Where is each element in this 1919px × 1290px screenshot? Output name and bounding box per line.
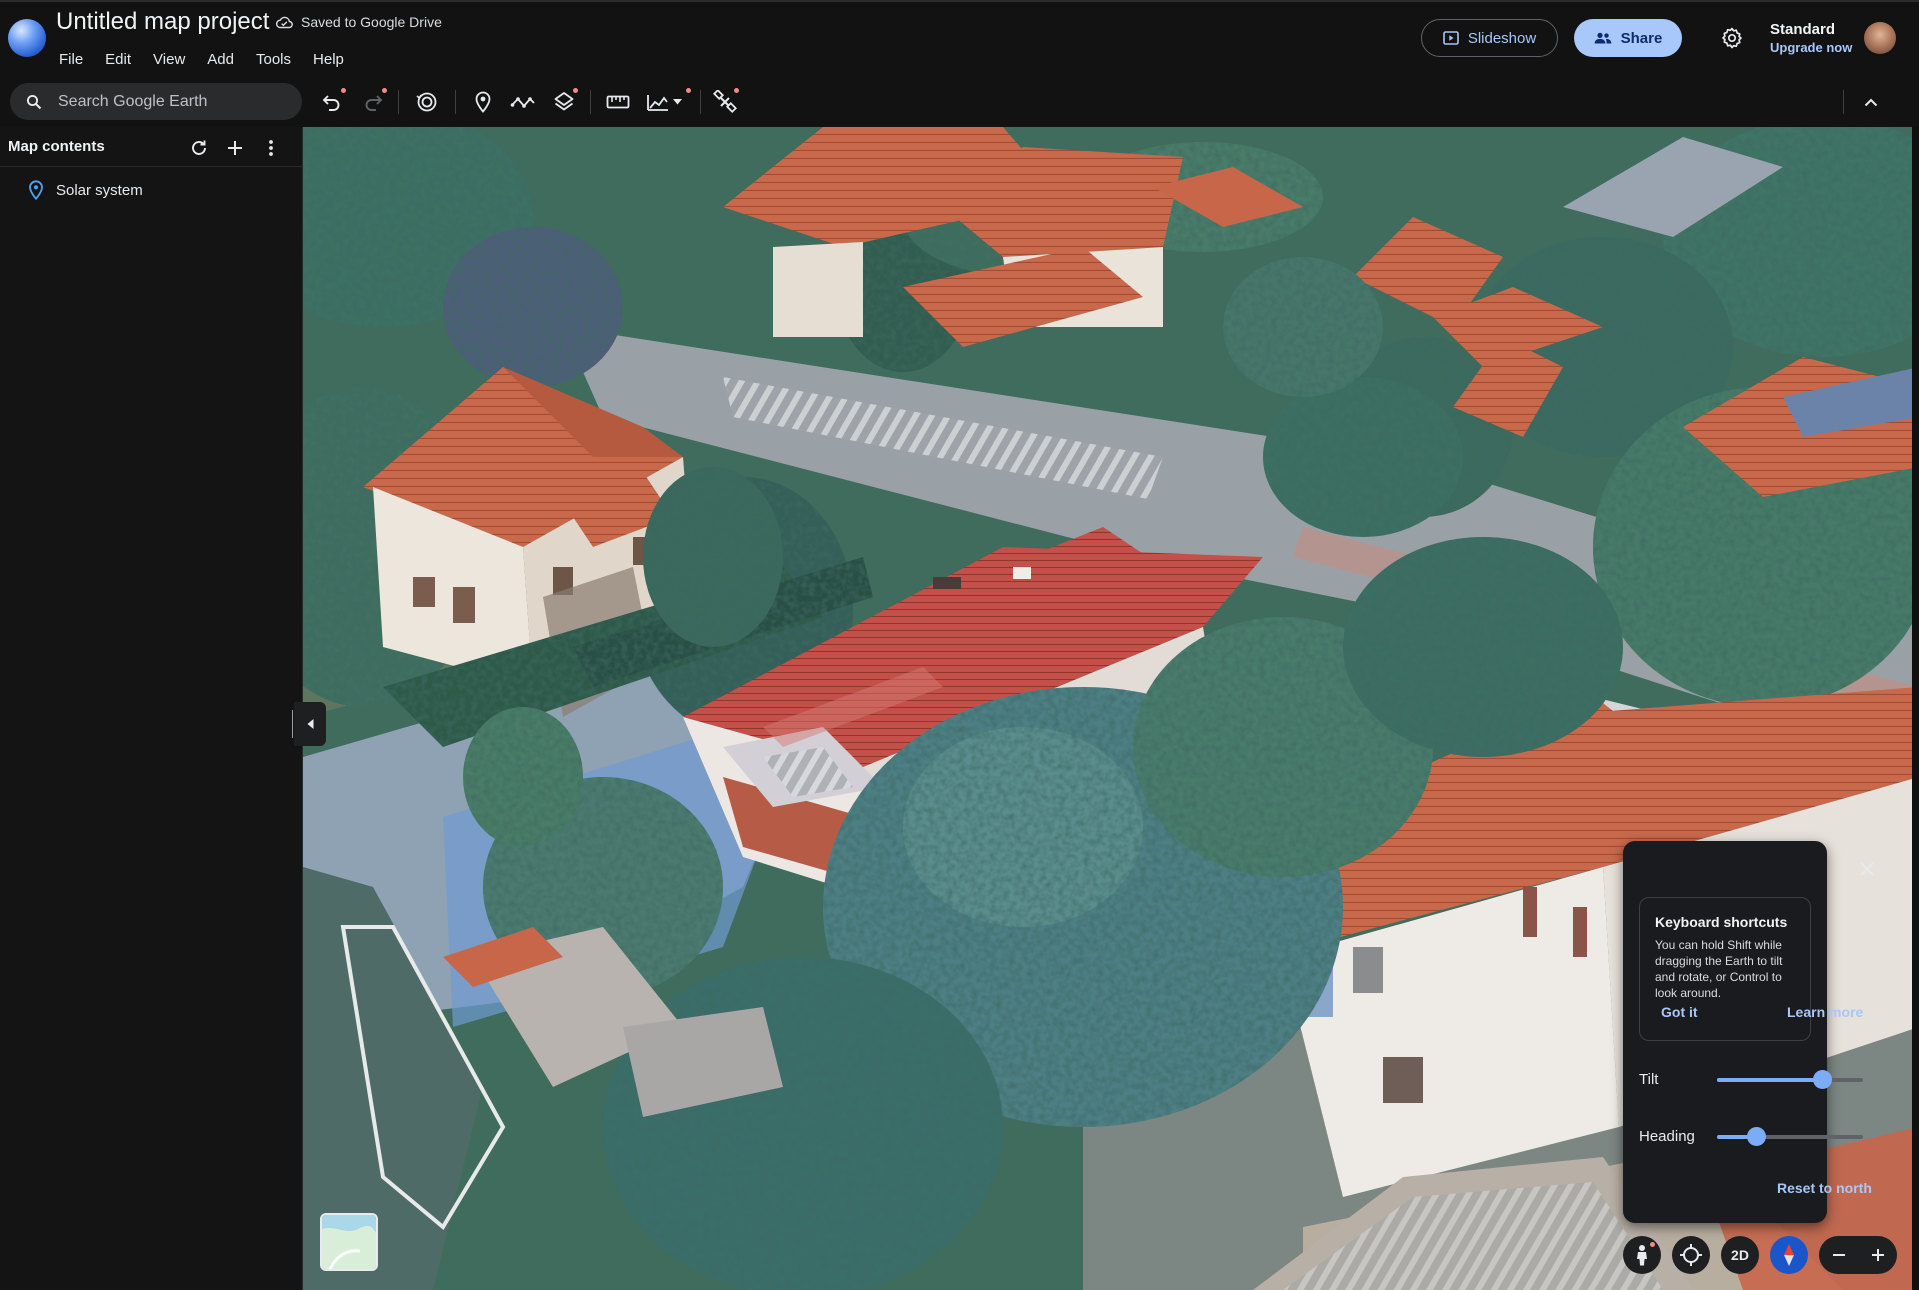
project-title[interactable]: Untitled map project [56,8,269,36]
menu-view[interactable]: View [142,49,196,70]
avatar[interactable] [1864,22,1896,54]
map-style-thumbnail[interactable] [320,1213,378,1271]
my-location-icon [1679,1243,1703,1267]
menu-help[interactable]: Help [302,49,355,70]
refresh-icon[interactable] [186,135,212,161]
notification-dot [382,88,387,93]
tip-title: Keyboard shortcuts [1655,914,1788,930]
add-icon[interactable] [222,135,248,161]
compass-button[interactable] [1770,1236,1808,1274]
menu-bar: File Edit View Add Tools Help [48,49,355,70]
elevation-dropdown[interactable] [644,88,691,116]
pegman-button[interactable] [1623,1236,1661,1274]
notification-dot [1650,1242,1655,1247]
toolbar-divider [398,90,399,114]
compass-icon [1783,1243,1795,1267]
sidebar [0,127,303,1290]
toolbar-divider [455,90,456,114]
got-it-button[interactable]: Got it [1661,1004,1698,1020]
tilt-slider[interactable] [1717,1070,1863,1089]
account-plan: Standard Upgrade now [1770,21,1852,57]
map-edge [1912,127,1919,1290]
heading-slider[interactable] [1717,1127,1863,1146]
gear-icon[interactable] [1720,26,1744,50]
tilt-label: Tilt [1639,1071,1659,1088]
tilt-slider-fill [1717,1078,1823,1082]
upgrade-link[interactable]: Upgrade now [1770,39,1852,57]
zoom-out-icon[interactable] [1832,1248,1846,1262]
tilt-slider-thumb[interactable] [1813,1070,1833,1089]
cloud-done-icon [275,15,293,29]
zoom-controls [1819,1236,1897,1274]
more-vert-icon[interactable] [258,135,284,161]
sidebar-title: Map contents [8,138,105,155]
undo-icon[interactable] [318,88,346,116]
placemark-icon[interactable] [469,88,497,116]
toggle-2d-button[interactable]: 2D [1721,1236,1759,1274]
menu-file[interactable]: File [48,49,94,70]
toolbar-divider [700,90,701,114]
collapse-toolbar-icon[interactable] [1857,88,1885,116]
save-status: Saved to Google Drive [275,14,442,30]
sidebar-divider [0,166,302,167]
chevron-down-icon [673,99,682,105]
google-earth-logo[interactable] [8,19,46,57]
pegman-icon [1633,1244,1651,1266]
menu-edit[interactable]: Edit [94,49,142,70]
satellite-icon[interactable] [711,88,739,116]
measure-icon[interactable] [604,88,632,116]
toolbar-divider [590,90,591,114]
search-bar[interactable] [10,83,302,120]
save-status-text: Saved to Google Drive [301,14,442,30]
notification-dot [686,88,691,93]
placemark-icon [28,180,44,200]
heading-label: Heading [1639,1128,1695,1145]
menu-tools[interactable]: Tools [245,49,302,70]
people-icon [1594,32,1612,44]
redo-icon[interactable] [359,88,387,116]
close-icon[interactable] [1854,856,1880,882]
slideshow-button[interactable]: Slideshow [1421,19,1558,57]
share-button[interactable]: Share [1574,19,1682,57]
slideshow-icon [1443,31,1459,45]
search-input[interactable] [56,91,290,112]
layers-icon[interactable] [550,88,578,116]
zoom-in-icon[interactable] [1871,1248,1885,1262]
path-icon[interactable] [509,88,537,116]
elevation-icon [646,92,670,112]
my-location-button[interactable] [1672,1236,1710,1274]
search-icon [26,94,42,110]
chevron-left-icon [307,719,314,729]
tip-body: You can hold Shift while dragging the Ea… [1655,938,1783,1000]
plan-name: Standard [1770,21,1836,38]
reset-to-north-button[interactable]: Reset to north [1777,1180,1872,1196]
slideshow-label: Slideshow [1467,29,1537,47]
notification-dot [341,88,346,93]
share-label: Share [1620,29,1663,47]
toolbar-divider [1843,90,1844,114]
menu-add[interactable]: Add [196,49,245,70]
sidebar-item-label: Solar system [56,181,143,199]
history-icon[interactable] [413,88,441,116]
notification-dot [734,88,739,93]
learn-more-link[interactable]: Learn more [1787,1004,1863,1020]
sidebar-item-solar-system[interactable]: Solar system [28,180,143,200]
collapse-sidebar-button[interactable] [294,702,326,746]
notification-dot [573,88,578,93]
